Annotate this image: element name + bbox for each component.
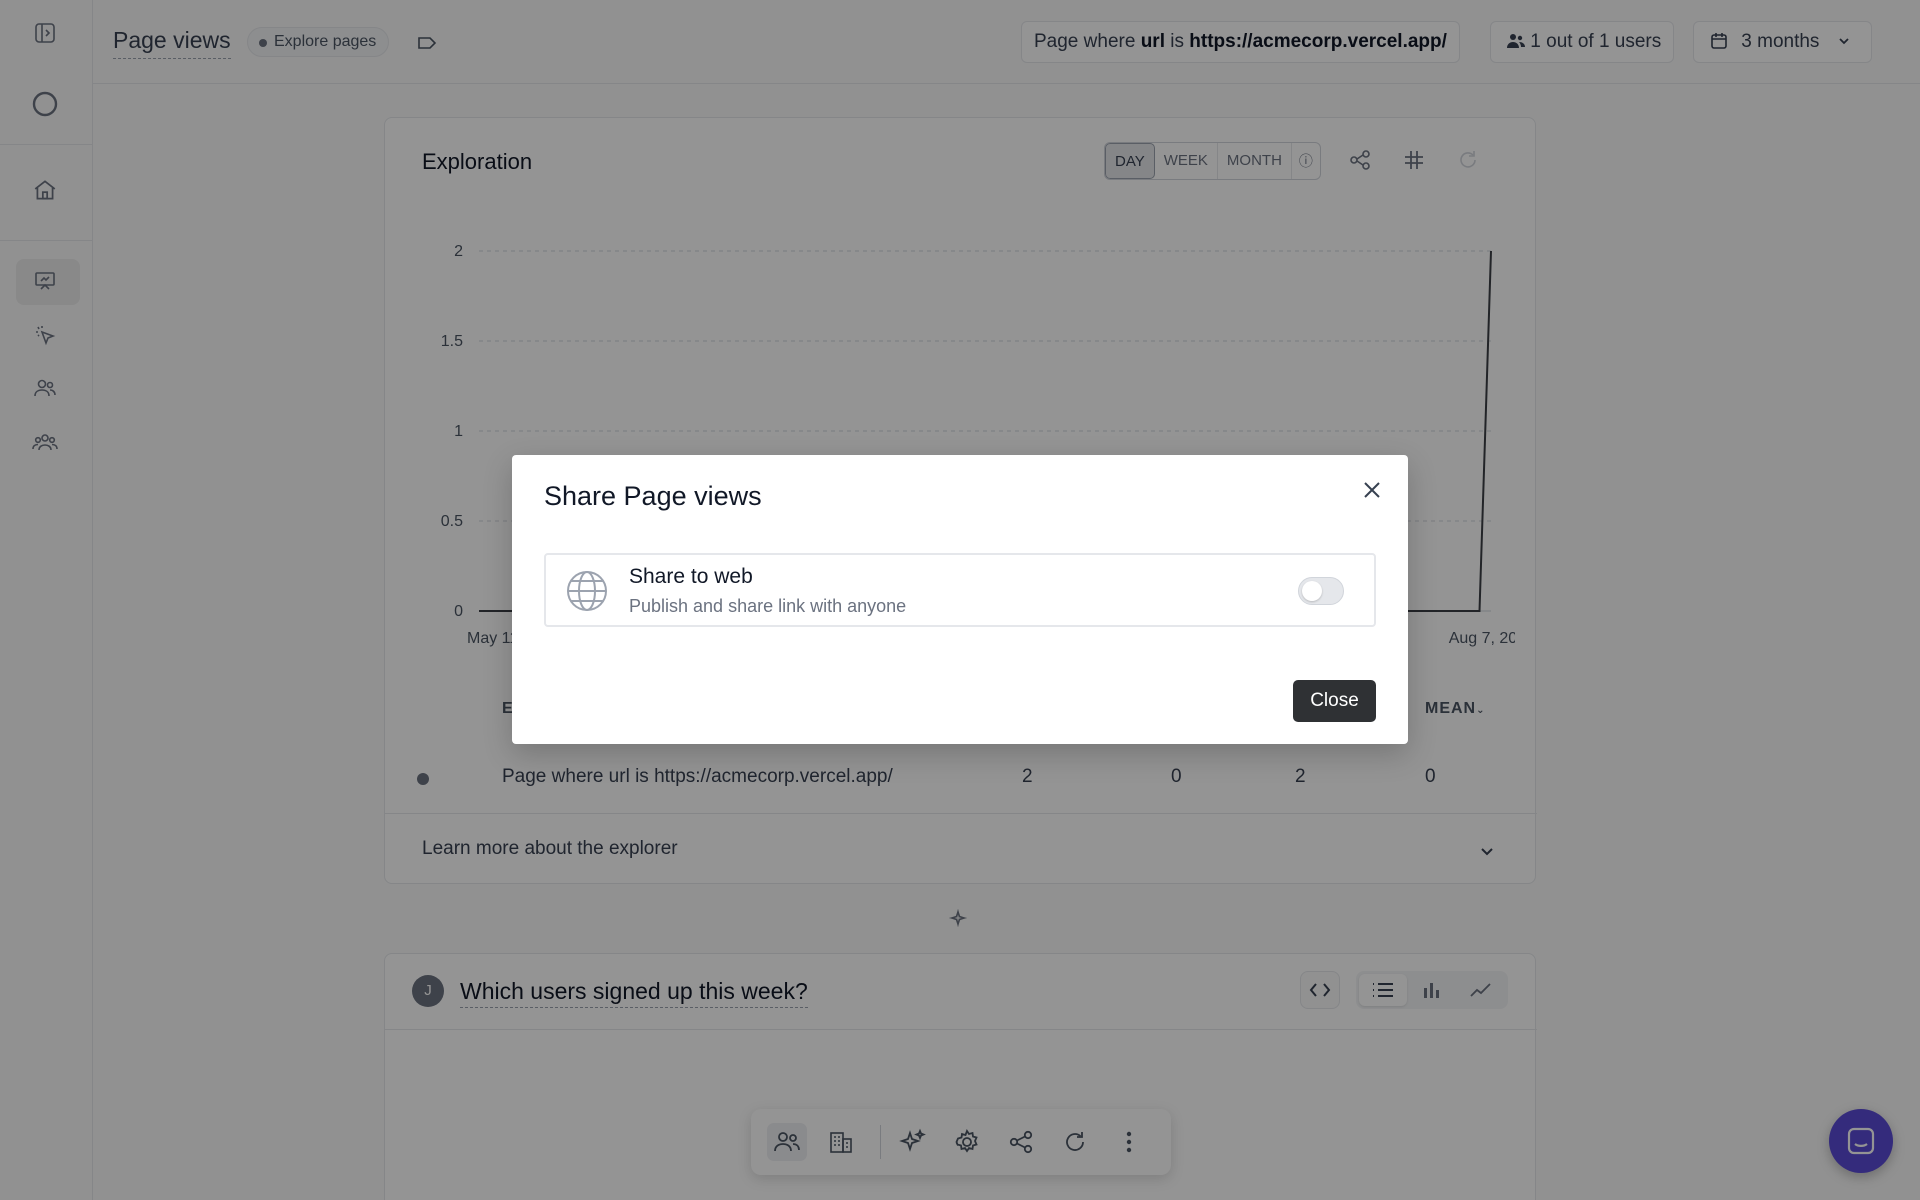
toggle-knob <box>1302 581 1322 601</box>
share-to-web-toggle[interactable] <box>1298 577 1344 605</box>
share-to-web-subtitle: Publish and share link with anyone <box>629 596 907 616</box>
share-modal: Share Page views Share to web Publish an… <box>512 455 1408 744</box>
globe-icon <box>565 569 609 613</box>
share-to-web-title: Share to web <box>629 565 753 588</box>
share-to-web-row: Share to web Publish and share link with… <box>544 553 1376 627</box>
close-button[interactable]: Close <box>1293 680 1376 722</box>
close-icon[interactable] <box>1358 476 1386 504</box>
modal-title: Share Page views <box>544 481 762 511</box>
